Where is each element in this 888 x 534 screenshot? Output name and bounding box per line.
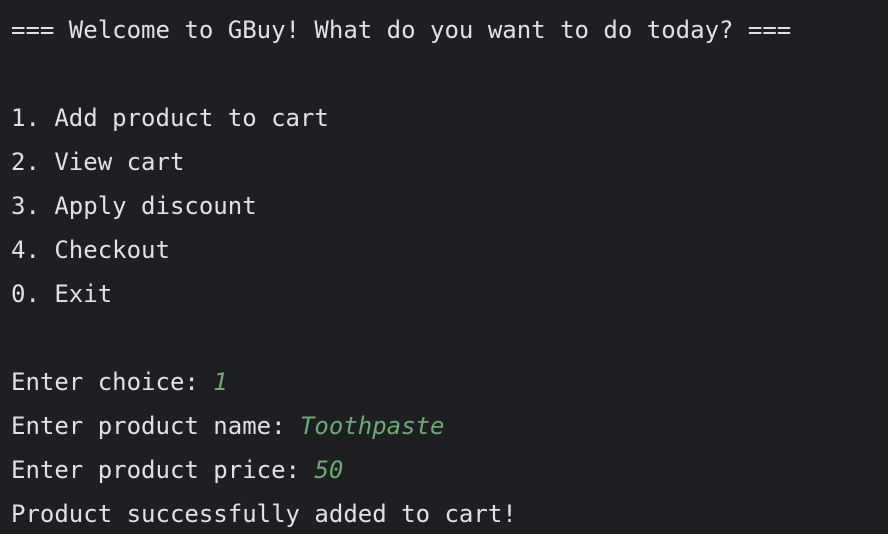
menu-item-checkout: 4. Checkout bbox=[11, 236, 170, 264]
prompt-product-price-value: 50 bbox=[314, 456, 344, 484]
menu-item-add-product: 1. Add product to cart bbox=[11, 104, 329, 132]
prompt-choice: Enter choice: 1 bbox=[11, 360, 888, 404]
welcome-header: === Welcome to GBuy! What do you want to… bbox=[11, 16, 792, 44]
result-message: Product successfully added to cart! bbox=[11, 500, 517, 528]
menu-item-apply-discount: 3. Apply discount bbox=[11, 192, 257, 220]
prompt-product-price: Enter product price: 50 bbox=[11, 448, 888, 492]
console-output: === Welcome to GBuy! What do you want to… bbox=[0, 0, 888, 534]
prompt-product-name-value: Toothpaste bbox=[299, 412, 445, 440]
prompt-choice-value: 1 bbox=[213, 368, 228, 396]
menu-item-view-cart: 2. View cart bbox=[11, 148, 185, 176]
prompt-product-name: Enter product name: Toothpaste bbox=[11, 404, 888, 448]
prompt-product-name-label: Enter product name: bbox=[11, 412, 300, 440]
menu-item-exit: 0. Exit bbox=[11, 280, 113, 308]
prompt-choice-label: Enter choice: bbox=[11, 368, 214, 396]
prompt-product-price-label: Enter product price: bbox=[11, 456, 315, 484]
